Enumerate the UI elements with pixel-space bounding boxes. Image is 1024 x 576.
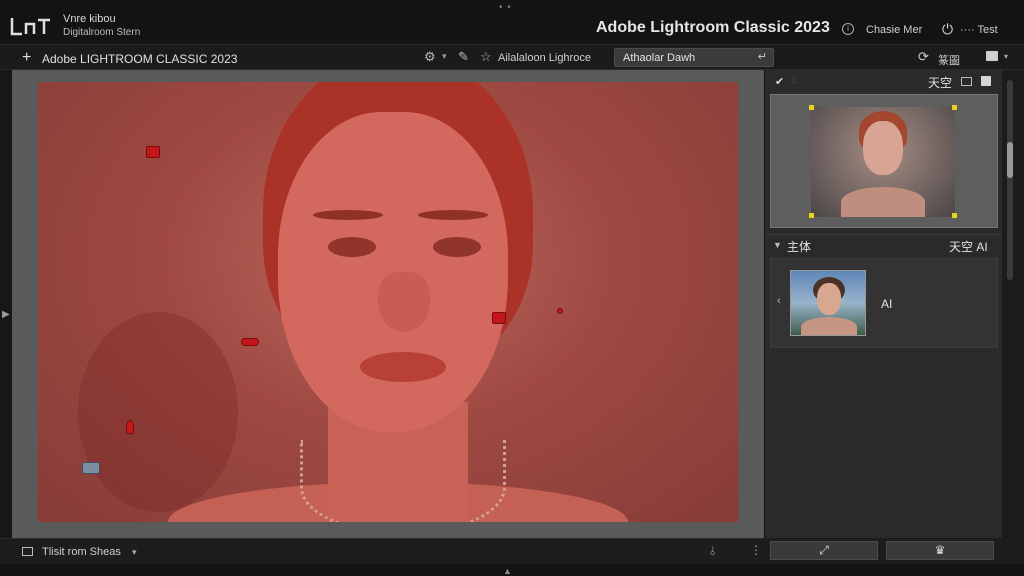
right-scrollbar[interactable] [1002, 70, 1024, 540]
app-logo-icon [10, 18, 50, 36]
panel-actions: ⤢ ♛ [764, 538, 1024, 564]
module-title: Adobe LIGHTROOM CLASSIC 2023 [42, 52, 238, 66]
chevron-down-icon[interactable]: ▾ [132, 547, 137, 558]
scroll-track[interactable] [1007, 80, 1013, 280]
window-icon[interactable] [986, 51, 998, 61]
chevron-down-icon[interactable]: ▾ [1004, 52, 1008, 61]
star-icon[interactable]: ☆ [480, 49, 492, 65]
app-title: Adobe Lightroom Classic 2023 [596, 19, 830, 36]
subject-section-title: 主体 [787, 240, 812, 254]
check-icon[interactable]: ✔ [775, 75, 784, 88]
overlay-toggle-icon[interactable] [981, 76, 991, 86]
subject-section-header[interactable]: ▼ 主体 天空 AI [765, 234, 1003, 254]
crop-corner-handle[interactable] [809, 213, 814, 218]
power-icon[interactable]: ⏻ [942, 21, 953, 38]
grid-icon[interactable]: ⁞⁞ [791, 76, 797, 87]
thumbnail-face [817, 283, 841, 315]
filmstrip-icon[interactable] [22, 547, 33, 556]
mask-pin-icon[interactable] [82, 462, 100, 474]
crop-corner-handle[interactable] [809, 105, 814, 110]
mask-pin-icon[interactable] [492, 312, 506, 324]
left-panel-collapsed[interactable] [0, 70, 12, 540]
navigator-face [863, 121, 903, 175]
crop-corner-handle[interactable] [952, 213, 957, 218]
brush-icon[interactable]: ✎ [458, 49, 469, 65]
title-bar: Vnre kibou Digitalroom Stern • • Adobe L… [0, 0, 1024, 44]
info-icon[interactable]: i [842, 23, 854, 35]
navigator-preview[interactable] [770, 94, 998, 228]
brush-action-button[interactable]: ♛ [886, 541, 994, 560]
window-drag-handle[interactable]: • • [499, 2, 512, 13]
scroll-thumb[interactable] [1007, 142, 1013, 178]
panel-label[interactable]: 篆圖 [938, 52, 960, 68]
navigator-body [841, 187, 925, 217]
tool-label[interactable]: Ailalaloon Lighroce [498, 52, 591, 64]
chevron-left-icon[interactable]: ‹ [777, 295, 781, 307]
return-icon[interactable]: ↵ [758, 50, 767, 63]
pin-tool-icon[interactable]: ⫰ [710, 544, 715, 559]
view-label[interactable]: Tlisit rom Sheas [42, 546, 121, 558]
navigator-photo [811, 107, 955, 217]
visibility-icon[interactable] [961, 77, 972, 86]
mask-pin-icon[interactable] [241, 338, 259, 346]
mask-overlay [38, 82, 738, 522]
subject-section-right: 天空 AI [949, 240, 988, 254]
mask-pin-icon[interactable] [146, 146, 160, 158]
brand-line-1: Vnre kibou [63, 13, 116, 25]
expand-left-panel-icon[interactable]: ▶ [2, 309, 10, 320]
toolbar: + Adobe LIGHTROOM CLASSIC 2023 ⚙ ▾ ✎ ☆ A… [0, 44, 1024, 70]
more-icon[interactable]: ⋮ [750, 543, 762, 557]
pin-action-button[interactable]: ⤢ [770, 541, 878, 560]
thumbnail-body [801, 317, 857, 335]
refresh-icon[interactable]: ⟳ [918, 49, 929, 65]
mask-thumbnail[interactable] [790, 270, 866, 336]
masks-panel: ✔ ⁞⁞ 天空 ▼ 主体 天空 AI ‹ AI [764, 70, 1003, 540]
photo-canvas[interactable] [12, 70, 764, 538]
preset-value: Athaolar Dawh [623, 52, 696, 64]
chevron-down-icon[interactable]: ▾ [442, 51, 447, 62]
expand-filmstrip-icon[interactable]: ▲ [503, 566, 512, 576]
info-label[interactable]: Chasie Mer [866, 24, 922, 36]
user-label[interactable]: ···· Test [960, 24, 998, 36]
mask-pin-icon[interactable] [126, 420, 134, 434]
crop-corner-handle[interactable] [952, 105, 957, 110]
chevron-down-icon[interactable]: ▼ [773, 240, 782, 250]
mask-pin-icon[interactable] [557, 308, 563, 314]
preset-field[interactable]: Athaolar Dawh ↵ [614, 48, 774, 67]
bottom-toolbar: Tlisit rom Sheas ▾ ⫰ ⋮ [0, 538, 764, 564]
brand-line-2: Digitalroom Stern [63, 27, 141, 38]
gear-icon[interactable]: ⚙ [424, 49, 436, 65]
plus-icon[interactable]: + [22, 49, 31, 67]
mask-item-label: AI [881, 297, 893, 311]
mask-title: 天空 [928, 76, 953, 90]
portrait-photo[interactable] [38, 82, 738, 522]
mask-list-item[interactable]: ‹ AI [770, 258, 998, 348]
